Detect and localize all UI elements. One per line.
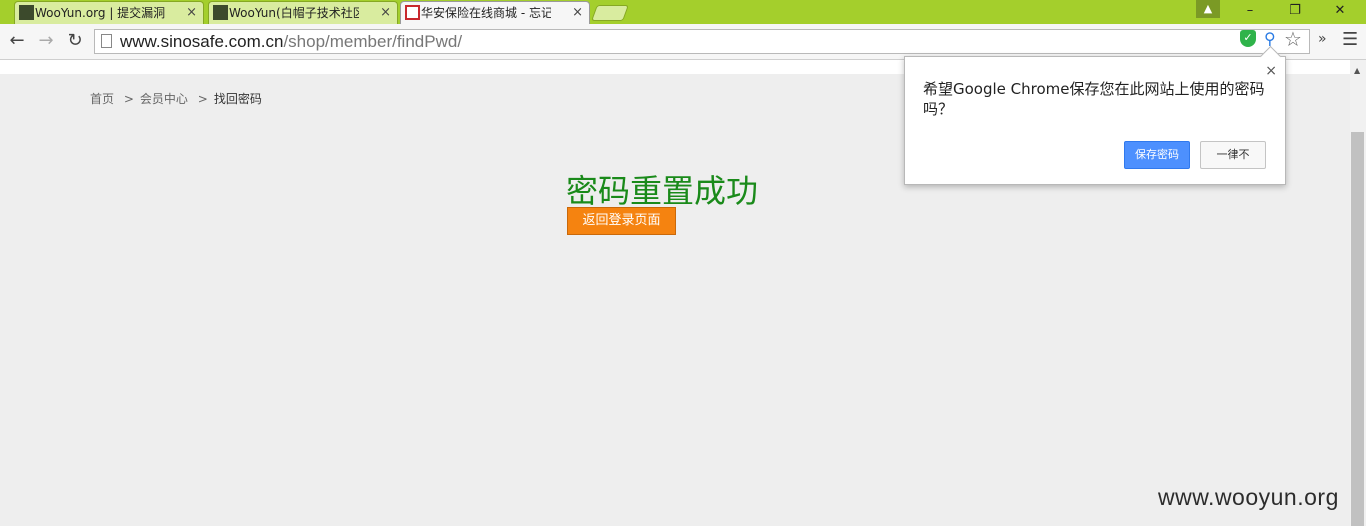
browser-title-bar: WooYun.org | 提交漏洞 × WooYun(白帽子技术社区 × 华安保… — [0, 0, 1366, 24]
reload-icon[interactable]: ↻ — [63, 30, 87, 52]
shield-extension-icon[interactable]: ✓ — [1240, 30, 1256, 47]
tab-label: WooYun(白帽子技术社区 — [229, 6, 359, 20]
never-save-button[interactable]: 一律不 — [1200, 141, 1266, 169]
breadcrumb-separator: > — [197, 92, 208, 106]
tab-label: WooYun.org | 提交漏洞 — [35, 6, 165, 20]
page-icon — [101, 34, 112, 48]
tab-close-icon[interactable]: × — [572, 2, 583, 24]
page-title: 密码重置成功 — [566, 172, 759, 210]
profile-icon[interactable]: ▲ — [1196, 0, 1220, 18]
scroll-up-icon[interactable]: ▲ — [1354, 66, 1360, 75]
breadcrumb: 首页 > 会员中心 > 找回密码 — [90, 90, 268, 107]
tab-label: 华安保险在线商城 - 忘记密 — [421, 6, 551, 20]
bubble-close-icon[interactable]: × — [1265, 63, 1277, 79]
bubble-message: 希望Google Chrome保存您在此网站上使用的密码吗？ — [923, 80, 1265, 118]
breadcrumb-home[interactable]: 首页 — [90, 92, 114, 106]
minimize-button[interactable]: – — [1230, 0, 1270, 22]
breadcrumb-separator: > — [123, 92, 134, 106]
chrome-menu-icon[interactable]: ☰ — [1342, 29, 1358, 50]
wooyun-favicon-icon — [213, 5, 228, 20]
breadcrumb-member-center[interactable]: 会员中心 — [140, 92, 188, 106]
return-login-button[interactable]: 返回登录页面 — [567, 207, 676, 235]
extensions-overflow-icon[interactable]: » — [1318, 31, 1327, 47]
url-text[interactable]: www.sinosafe.com.cn/shop/member/findPwd/ — [120, 30, 462, 54]
save-password-button[interactable]: 保存密码 — [1124, 141, 1190, 169]
save-password-bubble: × 希望Google Chrome保存您在此网站上使用的密码吗？ 保存密码 一律… — [904, 45, 1286, 185]
watermark: www.wooyun.org — [1158, 484, 1339, 510]
restore-button[interactable]: ❐ — [1275, 0, 1315, 22]
url-path: /shop/member/findPwd/ — [283, 32, 463, 51]
url-host: www.sinosafe.com.cn — [120, 32, 284, 51]
tab-wooyun-community[interactable]: WooYun(白帽子技术社区 × — [208, 1, 398, 24]
new-tab-button[interactable] — [591, 5, 629, 21]
sinosafe-favicon-icon — [405, 5, 420, 20]
back-icon[interactable]: ← — [5, 30, 29, 52]
wooyun-favicon-icon — [19, 5, 34, 20]
close-window-button[interactable]: ✕ — [1320, 0, 1360, 22]
bookmark-star-icon[interactable]: ☆ — [1284, 27, 1302, 51]
scrollbar-thumb[interactable] — [1351, 132, 1364, 526]
browser-toolbar: ← → ↻ www.sinosafe.com.cn/shop/member/fi… — [0, 24, 1366, 60]
tab-close-icon[interactable]: × — [380, 2, 391, 24]
tab-sinosafe[interactable]: 华安保险在线商城 - 忘记密 × — [400, 1, 590, 24]
forward-icon[interactable]: → — [34, 30, 58, 52]
tab-close-icon[interactable]: × — [186, 2, 197, 24]
tab-wooyun-submit[interactable]: WooYun.org | 提交漏洞 × — [14, 1, 204, 24]
address-bar[interactable]: www.sinosafe.com.cn/shop/member/findPwd/ — [94, 29, 1310, 54]
breadcrumb-current: 找回密码 — [213, 92, 262, 106]
